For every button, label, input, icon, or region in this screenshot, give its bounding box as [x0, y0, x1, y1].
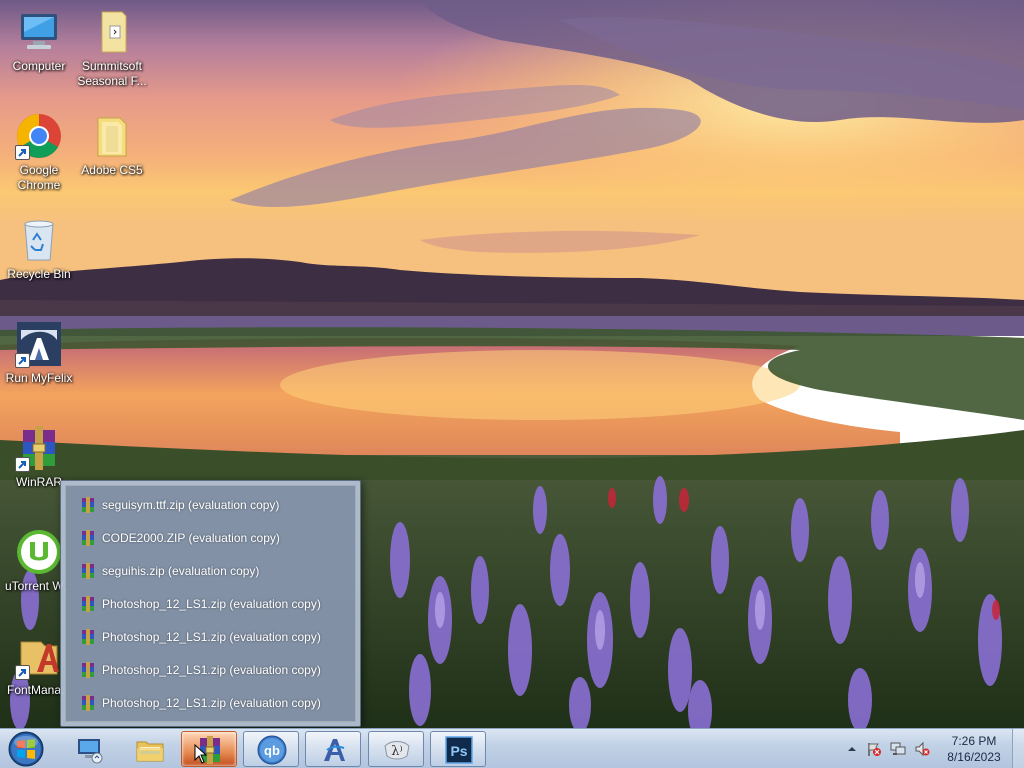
taskbar-button-photoshop[interactable]: Ps	[430, 731, 486, 767]
start-button[interactable]	[4, 730, 48, 768]
winrar-icon	[15, 424, 63, 472]
folder-icon	[88, 8, 136, 56]
font-icon	[324, 739, 345, 761]
show-desktop-button[interactable]	[1012, 729, 1024, 768]
winrar-jump-list: seguisym.ttf.zip (evaluation copy) CODE2…	[60, 480, 361, 727]
fontmanager-icon	[15, 632, 63, 680]
winrar-archive-icon	[80, 530, 96, 546]
jump-list-item[interactable]: Photoshop_12_LS1.zip (evaluation copy)	[80, 626, 350, 648]
shortcut-arrow-icon	[15, 353, 30, 368]
winrar-archive-icon	[80, 629, 96, 645]
desktop-icon-google-chrome[interactable]: Google Chrome	[1, 112, 77, 193]
jump-list-item-label: Photoshop_12_LS1.zip (evaluation copy)	[102, 663, 321, 677]
photoshop-icon: Ps	[445, 736, 473, 764]
taskbar-button-remote-desktop[interactable]	[60, 731, 116, 767]
taskbar-button-lambda-app[interactable]: λ⁾	[368, 731, 424, 767]
desktop-icon-label: Recycle Bin	[7, 267, 71, 281]
jump-list-item-label: Photoshop_12_LS1.zip (evaluation copy)	[102, 630, 321, 644]
jump-list-item-label: Photoshop_12_LS1.zip (evaluation copy)	[102, 696, 321, 710]
svg-text:λ⁾: λ⁾	[391, 744, 402, 759]
desktop-icon-recycle-bin[interactable]: Recycle Bin	[1, 216, 77, 282]
shortcut-arrow-icon	[15, 457, 30, 472]
jump-list-item-label: seguihis.zip (evaluation copy)	[102, 564, 260, 578]
jump-list-item[interactable]: Photoshop_12_LS1.zip (evaluation copy)	[80, 692, 350, 714]
jump-list-item[interactable]: Photoshop_12_LS1.zip (evaluation copy)	[80, 593, 350, 615]
taskbar: qb λ⁾ Ps 7:26 PM 8/16/2023	[0, 728, 1024, 768]
volume-muted-icon[interactable]	[914, 741, 930, 757]
shortcut-arrow-icon	[15, 145, 30, 160]
network-icon[interactable]	[890, 741, 906, 757]
shortcut-arrow-icon	[15, 665, 30, 680]
taskbar-button-winrar[interactable]	[181, 731, 237, 767]
winrar-archive-icon	[80, 563, 96, 579]
desktop-icon-label: Google Chrome	[17, 163, 61, 192]
desktop-icon-label: Adobe CS5	[81, 163, 143, 177]
chrome-icon	[15, 112, 63, 160]
svg-text:qb: qb	[264, 743, 280, 758]
jump-list-item[interactable]: CODE2000.ZIP (evaluation copy)	[80, 527, 350, 549]
folder-icon	[136, 741, 164, 762]
utorrent-icon	[15, 528, 63, 576]
desktop-icon-label: Computer	[12, 59, 66, 73]
folder-icon	[88, 112, 136, 160]
desktop-icon-run-myfelix[interactable]: Run MyFelix	[1, 320, 77, 386]
jump-list-item[interactable]: seguihis.zip (evaluation copy)	[80, 560, 350, 582]
system-clock[interactable]: 7:26 PM 8/16/2023	[934, 733, 1014, 765]
recycle-bin-icon	[15, 216, 63, 264]
taskbar-button-font-app[interactable]	[305, 731, 361, 767]
computer-icon	[15, 8, 63, 56]
jump-list-item[interactable]: Photoshop_12_LS1.zip (evaluation copy)	[80, 659, 350, 681]
desktop-icon-computer[interactable]: Computer	[1, 8, 77, 74]
desktop-icon-summitsoft-folder[interactable]: Summitsoft Seasonal F...	[74, 8, 150, 89]
taskbar-button-qbittorrent[interactable]: qb	[243, 731, 299, 767]
winrar-archive-icon	[80, 662, 96, 678]
action-center-flag-icon[interactable]	[866, 741, 882, 757]
desktop-icon-label: Run MyFelix	[5, 371, 73, 385]
winrar-archive-icon	[80, 497, 96, 513]
jump-list-item-label: Photoshop_12_LS1.zip (evaluation copy)	[102, 597, 321, 611]
winrar-archive-icon	[80, 695, 96, 711]
myfelix-icon	[15, 320, 63, 368]
desktop-icon-adobe-cs5-folder[interactable]: Adobe CS5	[74, 112, 150, 178]
lambda-icon: λ⁾	[384, 741, 410, 760]
qbittorrent-icon: qb	[257, 735, 287, 765]
jump-list-item-label: CODE2000.ZIP (evaluation copy)	[102, 531, 280, 545]
windows-logo-icon	[8, 731, 44, 767]
svg-text:Ps: Ps	[450, 743, 467, 759]
winrar-archive-icon	[80, 596, 96, 612]
jump-list-item-label: seguisym.ttf.zip (evaluation copy)	[102, 498, 280, 512]
desktop-icon-label: Summitsoft Seasonal F...	[77, 59, 147, 88]
chevron-up-icon[interactable]	[844, 741, 860, 757]
clock-date: 8/16/2023	[947, 750, 1001, 764]
taskbar-button-file-explorer[interactable]	[121, 731, 177, 767]
jump-list-item[interactable]: seguisym.ttf.zip (evaluation copy)	[80, 494, 350, 516]
clock-time: 7:26 PM	[951, 734, 997, 748]
remote-desktop-icon	[78, 739, 103, 764]
mouse-cursor-icon	[194, 744, 208, 764]
